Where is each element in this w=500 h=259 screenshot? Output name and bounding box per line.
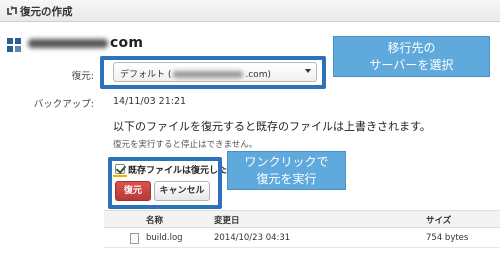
window-title: 復元の作成 [20,6,73,18]
title-bar: 復元の作成 [0,0,500,22]
restore-callout: ワンクリックで 復元を実行 [227,151,346,190]
destination-highlight-box [100,56,326,89]
restore-destination-label: 復元: [71,71,94,82]
column-name[interactable]: 名称 [146,214,163,226]
column-modified[interactable]: 変更日 [214,214,240,226]
restore-highlight-box [108,157,222,209]
destination-callout: 移行先の サーバーを選択 [333,36,490,77]
file-name: build.log [146,233,183,243]
backup-timestamp: 14/11/03 21:21 [113,96,187,107]
file-modified: 2014/10/23 04:31 [214,233,291,243]
table-row[interactable]: build.log 2014/10/23 04:31 754 bytes [104,228,500,248]
file-table-header: 名称 変更日 サイズ [104,210,500,228]
file-size: 754 bytes [426,233,469,243]
server-icon [7,38,21,52]
file-icon [130,233,139,244]
redacted-text [28,38,108,48]
column-size[interactable]: サイズ [426,214,451,226]
overwrite-warning: 以下のファイルを復元すると既存のファイルは上書きされます。 [113,120,431,133]
backup-label: バックアップ: [33,99,94,110]
restore-icon [7,6,17,15]
server-name: com [28,35,143,51]
irreversible-note: 復元を実行すると停止はできません。 [113,140,258,150]
